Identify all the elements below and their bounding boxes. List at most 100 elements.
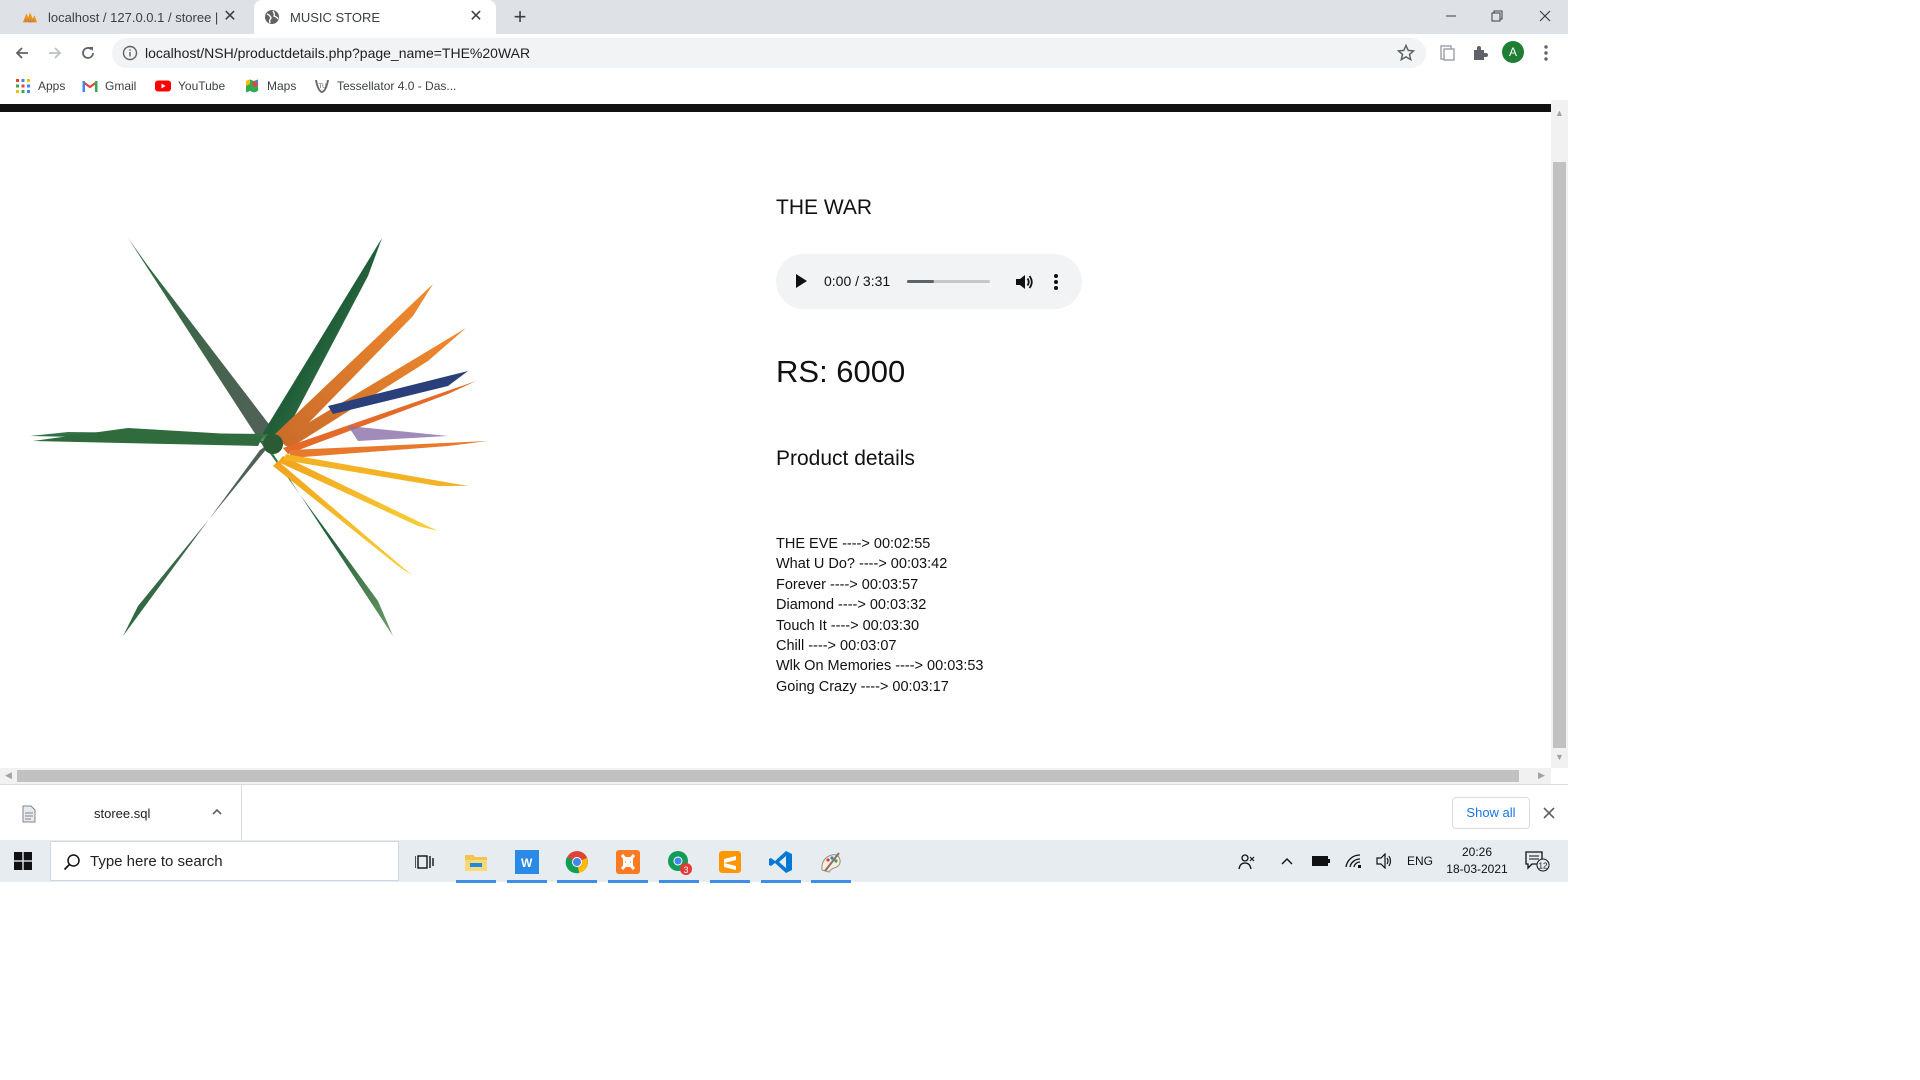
- chevron-up-icon[interactable]: [210, 805, 224, 819]
- track-item: Wlk On Memories ----> 00:03:53: [776, 658, 984, 675]
- scroll-down-icon[interactable]: ▼: [1555, 752, 1564, 762]
- clock-date: 18-03-2021: [1446, 862, 1508, 876]
- youtube-icon: [155, 78, 171, 94]
- tab-phpmyadmin[interactable]: PMA localhost / 127.0.0.1 / storee | php…: [12, 0, 250, 34]
- people-icon[interactable]: [1237, 852, 1257, 870]
- address-bar[interactable]: localhost/NSH/productdetails.php?page_na…: [112, 38, 1426, 68]
- bookmark-star-icon[interactable]: [1396, 43, 1416, 63]
- bookmark-apps[interactable]: Apps: [15, 78, 65, 94]
- globe-icon: [264, 9, 280, 25]
- chrome-profile-icon[interactable]: 3: [659, 846, 699, 883]
- scroll-left-icon[interactable]: ◀: [5, 770, 12, 781]
- site-header-bar: [0, 104, 1551, 112]
- audio-volume-slider[interactable]: [907, 280, 990, 283]
- scroll-up-icon[interactable]: ▲: [1555, 108, 1564, 118]
- download-item[interactable]: storee.sql: [0, 785, 242, 841]
- vscode-icon[interactable]: [761, 846, 801, 883]
- tab-title: localhost / 127.0.0.1 / storee | php: [48, 9, 222, 25]
- sublime-text-icon[interactable]: [710, 846, 750, 883]
- windows-taskbar: Type here to search W 3 ENG 20:26 18-03-…: [0, 840, 1568, 883]
- vertical-scroll-thumb[interactable]: [1553, 162, 1566, 748]
- bookmark-youtube[interactable]: YouTube: [155, 78, 225, 94]
- extension-icon[interactable]: [1436, 42, 1458, 64]
- battery-icon[interactable]: [1310, 852, 1332, 870]
- svg-text:W: W: [521, 856, 533, 870]
- extensions-puzzle-icon[interactable]: [1469, 42, 1491, 64]
- taskbar-badge-count: 3: [684, 865, 689, 875]
- minimize-icon[interactable]: [1428, 0, 1474, 32]
- audio-player[interactable]: 0:00 / 3:31: [776, 254, 1082, 309]
- gmail-icon: [82, 78, 98, 94]
- track-item: What U Do? ----> 00:03:42: [776, 556, 948, 573]
- restore-icon[interactable]: [1474, 0, 1520, 32]
- track-item: Forever ----> 00:03:57: [776, 576, 919, 593]
- tab-close-icon[interactable]: ✕: [222, 9, 238, 25]
- product-details-heading: Product details: [776, 447, 915, 470]
- back-icon[interactable]: [10, 41, 34, 65]
- new-tab-button[interactable]: +: [508, 5, 532, 29]
- track-list: THE EVE ----> 00:02:55 What U Do? ----> …: [776, 534, 984, 697]
- bookmark-maps[interactable]: Maps: [244, 78, 296, 94]
- profile-avatar[interactable]: A: [1502, 41, 1524, 63]
- reload-icon[interactable]: [76, 41, 100, 65]
- play-icon[interactable]: [796, 274, 807, 288]
- phpmyadmin-icon: PMA: [22, 9, 38, 25]
- download-shelf: storee.sql Show all: [0, 784, 1568, 841]
- scroll-right-icon[interactable]: ▶: [1538, 770, 1545, 781]
- audio-volume-fill: [907, 280, 935, 283]
- horizontal-scrollbar[interactable]: ◀ ▶: [0, 768, 1551, 784]
- tab-music-store[interactable]: MUSIC STORE ✕: [254, 0, 496, 34]
- tessellator-icon: TU: [314, 78, 330, 94]
- bookmark-label: Maps: [267, 79, 297, 93]
- album-cover-image: [30, 238, 488, 636]
- audio-time: 0:00 / 3:31: [824, 273, 891, 289]
- svg-text:PMA: PMA: [25, 18, 35, 23]
- bookmark-tessellator[interactable]: TU Tessellator 4.0 - Das...: [314, 78, 456, 94]
- windows-start-icon[interactable]: [14, 852, 32, 870]
- product-title: THE WAR: [776, 196, 873, 219]
- track-item: Diamond ----> 00:03:32: [776, 597, 927, 614]
- chrome-icon[interactable]: [557, 846, 597, 883]
- bookmarks-bar: Apps Gmail YouTube Maps TU Tessellator 4…: [0, 72, 1568, 100]
- taskbar-search-box[interactable]: Type here to search: [50, 841, 399, 881]
- tab-title: MUSIC STORE: [290, 9, 381, 25]
- bookmark-label: Gmail: [105, 79, 137, 93]
- bookmark-gmail[interactable]: Gmail: [82, 78, 136, 94]
- horizontal-scroll-thumb[interactable]: [17, 770, 1519, 782]
- download-filename: storee.sql: [94, 806, 151, 821]
- browser-toolbar: localhost/NSH/productdetails.php?page_na…: [0, 34, 1568, 72]
- show-all-button[interactable]: Show all: [1452, 797, 1530, 829]
- site-info-icon[interactable]: [122, 45, 138, 61]
- file-explorer-icon[interactable]: [456, 846, 496, 883]
- page-viewport: THE WAR 0:00 / 3:31 RS: 6000 Product det…: [0, 100, 1568, 784]
- notifications-icon[interactable]: 12: [1524, 851, 1550, 872]
- track-item: Chill ----> 00:03:07: [776, 638, 897, 655]
- bookmark-label: Tessellator 4.0 - Das...: [337, 79, 457, 93]
- tab-strip: PMA localhost / 127.0.0.1 / storee | php…: [0, 0, 1568, 34]
- close-shelf-icon[interactable]: [1541, 805, 1557, 821]
- forward-icon[interactable]: [43, 41, 67, 65]
- clock-time: 20:26: [1461, 845, 1493, 859]
- task-view-icon[interactable]: [409, 846, 441, 878]
- search-icon: [63, 854, 80, 871]
- volume-icon[interactable]: [1013, 271, 1035, 293]
- paint-icon[interactable]: [811, 846, 851, 883]
- track-item: Going Crazy ----> 00:03:17: [776, 678, 949, 695]
- chevron-up-icon[interactable]: [1278, 852, 1296, 870]
- wifi-icon[interactable]: [1344, 852, 1364, 870]
- window-close-icon[interactable]: [1522, 0, 1568, 32]
- word-app-icon[interactable]: W: [507, 846, 547, 883]
- maps-icon: [244, 78, 260, 94]
- menu-kebab-icon[interactable]: [1535, 42, 1557, 64]
- xampp-icon[interactable]: [608, 846, 648, 883]
- apps-grid-icon: [15, 78, 31, 94]
- bookmark-label: Apps: [38, 79, 66, 93]
- tab-close-icon[interactable]: ✕: [468, 9, 484, 25]
- speaker-icon[interactable]: [1375, 852, 1395, 870]
- track-item: Touch It ----> 00:03:30: [776, 617, 920, 634]
- vertical-scrollbar[interactable]: ▲ ▼: [1551, 100, 1568, 768]
- language-indicator[interactable]: ENG: [1405, 852, 1435, 870]
- audio-options-icon[interactable]: [1052, 272, 1060, 292]
- svg-text:TU: TU: [319, 84, 327, 90]
- system-clock[interactable]: 20:26 18-03-2021: [1444, 844, 1510, 878]
